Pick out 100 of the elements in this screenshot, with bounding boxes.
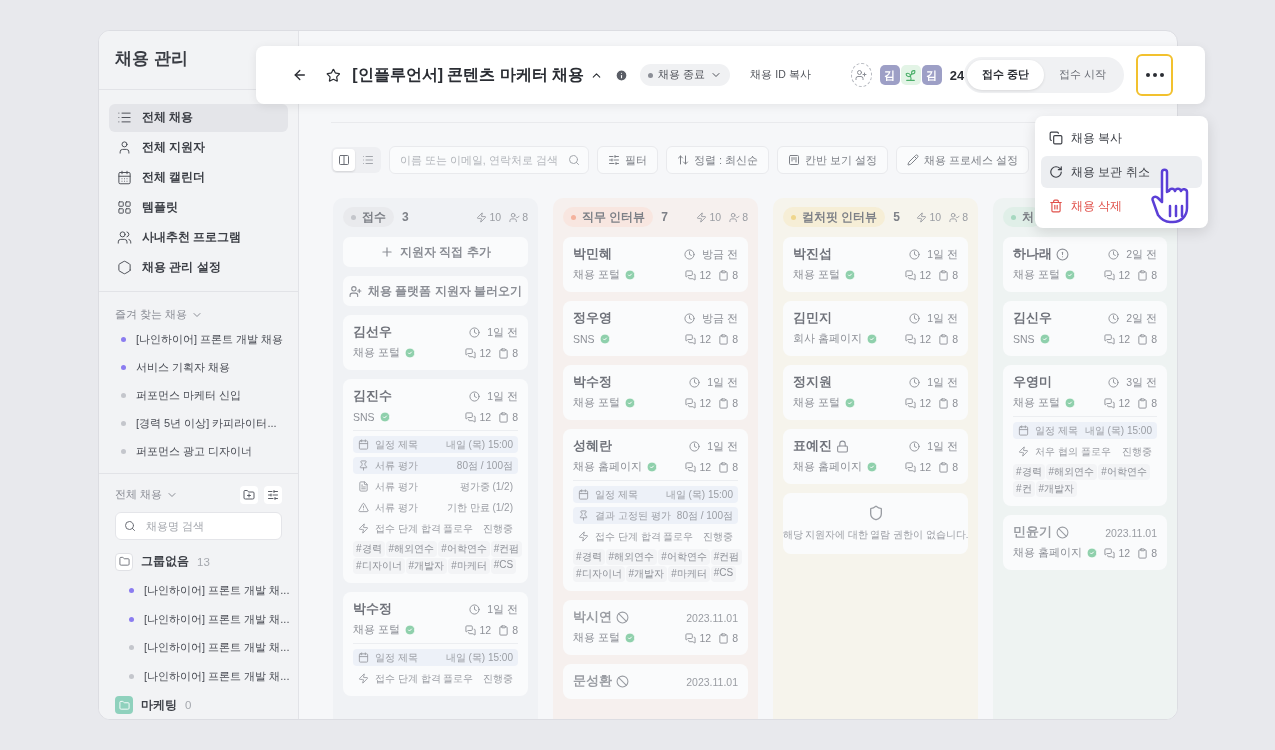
pin-icon bbox=[578, 510, 589, 521]
nav-item[interactable]: 전체 채용 bbox=[109, 103, 288, 132]
applicant-card[interactable]: 김진수 1일 전 SNS 12 8 일정 제목 내일 (목) 15:00 서류 평가 80점 / 100점 서류 평가 평가중 (1/2) 서류 평가 기한 만료 (1/2) 접수 단계 합격 플로우 진행중 #경력 #해외연수 #어학연수 #컨펌 #디자이너 #개발자 #마케터 #CS bbox=[343, 379, 528, 583]
nav-item[interactable]: 사내추천 프로그램 bbox=[109, 223, 288, 252]
comment-count: 12 bbox=[699, 461, 712, 473]
applicant-card[interactable]: 김선우 1일 전 채용 포털 12 8 bbox=[343, 315, 528, 370]
applicant-card[interactable]: 표예진 1일 전 채용 홈페이지 12 8 bbox=[783, 429, 968, 484]
applicant-source: 회사 홈페이지 bbox=[793, 332, 862, 346]
comments-icon bbox=[1104, 397, 1116, 409]
detail-label: 일정 제목 bbox=[375, 650, 418, 665]
copy-id-link[interactable]: 채용 ID 복사 bbox=[744, 67, 817, 83]
lightning-icon bbox=[358, 523, 369, 534]
applicant-card[interactable]: 박수정 1일 전 채용 포털 12 8 일정 제목 내일 (목) 15:00 접수 단계 합격 플로우 진행중 bbox=[343, 592, 528, 696]
detail-value: 진행중 bbox=[483, 521, 513, 536]
add-member-button[interactable] bbox=[850, 63, 872, 87]
document-icon bbox=[358, 481, 369, 492]
favorite-item[interactable]: 퍼포먼스 광고 디자이너 bbox=[109, 437, 288, 466]
kanban-icon bbox=[788, 154, 801, 166]
stage-count: 5 bbox=[893, 210, 900, 224]
applied-time: 1일 전 bbox=[487, 325, 518, 340]
nav-item[interactable]: 채용 관리 설정 bbox=[109, 253, 288, 281]
applicant-card[interactable]: 성혜란 1일 전 채용 홈페이지 12 8 일정 제목 내일 (목) 15:00 결과 고정된 평가 80점 / 100점 접수 단계 합격 플로우 진행중 #경력 #해외연수 #어학연수 #컨펌 #디자이너 #개발자 #마케터 #CS bbox=[563, 429, 748, 591]
applicant-card[interactable]: 박진섭 1일 전 채용 포털 12 8 bbox=[783, 237, 968, 292]
kanban-view-button[interactable] bbox=[333, 149, 355, 171]
applicant-card[interactable]: 우영미 3일 전 채용 포털 12 8 일정 제목 내일 (목) 15:00 처우 협의 플로우 진행중 #경력 #해외연수 #어학연수 #컨 #개발자 bbox=[1003, 365, 1167, 506]
applicant-card[interactable]: 민윤기 2023.11.01 채용 홈페이지 12 8 bbox=[1003, 515, 1167, 570]
nav-item[interactable]: 전체 지원자 bbox=[109, 133, 288, 162]
toggle-option[interactable]: 접수 중단 bbox=[967, 60, 1045, 90]
more-button[interactable] bbox=[1136, 54, 1173, 96]
nav-item[interactable]: 전체 캘린더 bbox=[109, 163, 288, 192]
toolbar-button[interactable]: 칸반 보기 설정 bbox=[777, 146, 889, 174]
star-icon[interactable] bbox=[325, 66, 341, 84]
search-input[interactable]: 이름 또는 이메일, 연락처로 검색 bbox=[398, 153, 568, 167]
search-field[interactable]: 채용명 검색 bbox=[115, 512, 282, 540]
applicant-card[interactable]: 하나래 2일 전 채용 포털 12 8 bbox=[1003, 237, 1167, 292]
applicant-card[interactable]: 박시연 2023.11.01 채용 포털 12 8 bbox=[563, 600, 748, 655]
comments-icon bbox=[685, 269, 697, 281]
menu-item[interactable]: 채용 보관 취소 bbox=[1041, 156, 1202, 188]
sidebar-title: 채용 관리 bbox=[114, 48, 189, 70]
search-field[interactable]: 이름 또는 이메일, 연락처로 검색 bbox=[389, 146, 589, 174]
tag: #어학연수 bbox=[1098, 464, 1150, 480]
job-item[interactable]: [나인하이어] 프론트 개발 채... bbox=[109, 604, 288, 634]
all-jobs-toggle[interactable]: 전체 채용 bbox=[109, 484, 184, 507]
group-row[interactable]: 그룹없음 13 bbox=[109, 548, 288, 576]
import-applicants-button[interactable]: 채용 플랫폼 지원자 불러오기 bbox=[343, 276, 528, 306]
applicant-name: 우영미 bbox=[1013, 374, 1052, 391]
toolbar-button[interactable]: 필터 bbox=[597, 146, 658, 174]
lightning-icon bbox=[358, 673, 369, 684]
nav-item[interactable]: 템플릿 bbox=[109, 193, 288, 222]
new-folder-button[interactable] bbox=[240, 486, 258, 505]
job-item[interactable]: [나인하이어] 프론트 개발 채... bbox=[109, 662, 288, 692]
toolbar-button[interactable]: 채용 프로세스 설정 bbox=[896, 146, 1030, 174]
tag: #컨 bbox=[1013, 481, 1035, 497]
applicant-card[interactable]: 정우영 방금 전 SNS 12 8 bbox=[563, 301, 748, 356]
job-item[interactable]: [나인하이어] 프론트 개발 채... bbox=[109, 575, 288, 605]
toggle-option[interactable]: 접수 시작 bbox=[1044, 60, 1122, 90]
info-icon[interactable] bbox=[615, 67, 629, 83]
applicant-card[interactable]: 박수정 1일 전 채용 포털 12 8 bbox=[563, 365, 748, 420]
detail-value: 내일 (목) 15:00 bbox=[445, 437, 513, 452]
favorite-item[interactable]: 퍼포먼스 마케터 신입 bbox=[109, 381, 288, 410]
comment-count: 12 bbox=[1118, 547, 1131, 559]
job-item[interactable]: [나인하이어] 프론트 개발 채... bbox=[109, 633, 288, 663]
stage-label: 접수 bbox=[343, 207, 394, 227]
comment-count: 12 bbox=[919, 397, 932, 409]
applicant-card[interactable]: 김민지 1일 전 회사 홈페이지 12 8 bbox=[783, 301, 968, 356]
comments-icon bbox=[685, 397, 697, 409]
applied-time: 1일 전 bbox=[927, 247, 958, 262]
favorites-toggle[interactable]: 즐겨 찾는 채용 bbox=[109, 303, 288, 326]
applicant-card[interactable]: 정지원 1일 전 채용 포털 12 8 bbox=[783, 365, 968, 420]
tag: #디자이너 bbox=[353, 558, 405, 574]
tag: #어학연수 bbox=[438, 541, 490, 557]
folder-plus-icon bbox=[243, 489, 255, 502]
clipboard-icon bbox=[718, 269, 730, 281]
settings-button[interactable] bbox=[264, 486, 282, 505]
clipboard-icon bbox=[1137, 547, 1149, 559]
applicant-card[interactable]: 문성환 2023.11.01 bbox=[563, 664, 748, 699]
search-icon bbox=[568, 154, 580, 166]
search-input[interactable]: 채용명 검색 bbox=[144, 519, 273, 534]
applicant-name: 정우영 bbox=[573, 310, 612, 327]
favorite-item[interactable]: [경력 5년 이상] 카피라이터... bbox=[109, 409, 288, 438]
applicant-card[interactable]: 김신우 2일 전 SNS 12 8 bbox=[1003, 301, 1167, 356]
lightning-icon bbox=[1018, 446, 1029, 457]
status-dropdown[interactable]: 채용 종료 bbox=[640, 64, 731, 86]
user-icon bbox=[117, 140, 132, 156]
menu-item[interactable]: 채용 복사 bbox=[1041, 122, 1202, 154]
tag: #마케터 bbox=[668, 566, 710, 582]
applicant-card[interactable]: 박민혜 방금 전 채용 포털 12 8 bbox=[563, 237, 748, 292]
clipboard-icon bbox=[1137, 269, 1149, 281]
applicant-source: 채용 포털 bbox=[353, 346, 400, 360]
group-row[interactable]: 마케팅 0 bbox=[109, 691, 288, 719]
comment-count: 12 bbox=[479, 624, 492, 636]
toolbar-button[interactable]: 정렬 : 최신순 bbox=[666, 146, 770, 174]
document-count: 8 bbox=[512, 411, 518, 423]
favorite-item[interactable]: 서비스 기획자 채용 bbox=[109, 353, 288, 382]
applicant-name: 박민혜 bbox=[573, 246, 612, 263]
applicant-name: 박수정 bbox=[573, 374, 612, 391]
applicant-source: 채용 홈페이지 bbox=[793, 460, 862, 474]
favorite-item[interactable]: [나인하이어] 프론트 개발 채용 bbox=[109, 325, 288, 354]
applicant-name: 정지원 bbox=[793, 374, 832, 391]
add-applicant-button[interactable]: 지원자 직접 추가 bbox=[343, 237, 528, 267]
